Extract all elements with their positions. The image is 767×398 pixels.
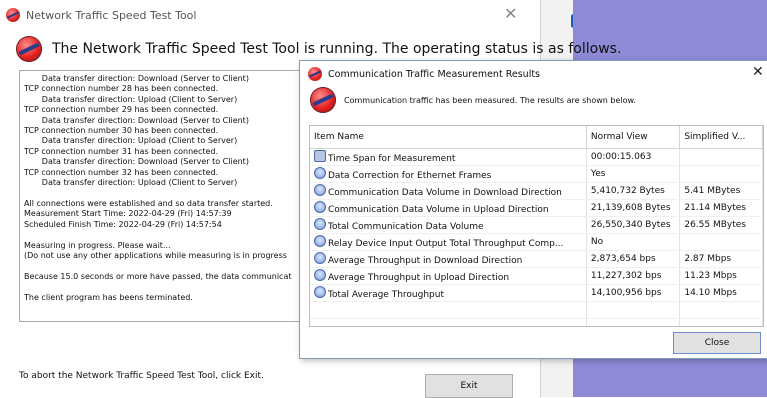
simplified-view-cell: 11.23 Mbps <box>679 267 763 285</box>
table-row[interactable]: Data Correction for Ethernet Frames Yes <box>310 165 763 183</box>
item-name-cell: Communication Data Volume in Download Di… <box>310 182 587 200</box>
dialog-large-icon <box>310 87 336 113</box>
table-row[interactable]: Average Throughput in Download Direction… <box>310 250 763 268</box>
item-name-cell: Total Communication Data Volume <box>310 216 587 234</box>
column-header-item-name[interactable]: Item Name <box>310 126 587 149</box>
main-window-title: Network Traffic Speed Test Tool <box>26 8 197 22</box>
item-name-cell: Communication Data Volume in Upload Dire… <box>310 199 587 217</box>
item-name-label: Average Throughput in Upload Direction <box>328 273 510 283</box>
normal-view-cell: 21,139,608 Bytes <box>586 199 681 217</box>
table-header-row: Item Name Normal View Simplified V... <box>310 126 763 149</box>
item-name-label: Communication Data Volume in Download Di… <box>328 188 562 198</box>
empty-row <box>310 318 763 326</box>
column-header-simplified-view[interactable]: Simplified V... <box>679 126 763 149</box>
status-header: The Network Traffic Speed Test Tool is r… <box>16 36 621 62</box>
item-name-cell: Time Span for Measurement <box>310 148 587 166</box>
table-row[interactable]: Relay Device Input Output Total Throughp… <box>310 233 763 251</box>
status-header-text: The Network Traffic Speed Test Tool is r… <box>52 41 622 57</box>
item-name-label: Time Span for Measurement <box>328 154 456 164</box>
item-name-label: Total Average Throughput <box>328 290 444 300</box>
item-name-cell: Average Throughput in Download Direction <box>310 250 587 268</box>
results-dialog-title: Communication Traffic Measurement Result… <box>328 68 541 80</box>
simplified-view-cell <box>679 148 763 166</box>
simplified-view-cell <box>679 233 763 251</box>
simplified-view-cell: 26.55 MBytes <box>679 216 763 234</box>
item-name-label: Data Correction for Ethernet Frames <box>328 171 492 181</box>
simplified-view-cell: 14.10 Mbps <box>679 284 763 302</box>
table-row[interactable]: Communication Data Volume in Download Di… <box>310 182 763 200</box>
measure-icon <box>314 286 326 298</box>
results-dialog-titlebar: Communication Traffic Measurement Result… <box>308 67 540 81</box>
column-header-normal-view[interactable]: Normal View <box>586 126 681 149</box>
item-name-label: Communication Data Volume in Upload Dire… <box>328 205 549 215</box>
measure-icon <box>314 218 326 230</box>
item-name-label: Average Throughput in Download Direction <box>328 256 523 266</box>
results-table[interactable]: Item Name Normal View Simplified V... Ti… <box>309 125 764 327</box>
item-name-cell: Total Average Throughput <box>310 284 587 302</box>
empty-row <box>310 301 763 319</box>
dialog-close-icon[interactable]: ✕ <box>752 64 764 80</box>
table-row[interactable]: Total Average Throughput 14,100,956 bps 14… <box>310 284 763 302</box>
empty-cell <box>310 301 587 319</box>
measure-icon <box>314 184 326 196</box>
results-dialog: Communication Traffic Measurement Result… <box>299 60 767 359</box>
results-message-area: Communication traffic has been measured.… <box>310 87 636 113</box>
empty-cell <box>586 301 681 319</box>
main-window-titlebar: Network Traffic Speed Test Tool <box>6 6 196 24</box>
simplified-view-cell <box>679 165 763 183</box>
measure-icon <box>314 252 326 264</box>
main-close-icon[interactable]: ✕ <box>504 4 517 23</box>
app-large-icon <box>16 36 42 62</box>
normal-view-cell: Yes <box>586 165 681 183</box>
exit-button[interactable]: Exit <box>425 374 513 398</box>
normal-view-cell: 26,550,340 Bytes <box>586 216 681 234</box>
simplified-view-cell: 5.41 MBytes <box>679 182 763 200</box>
item-name-cell: Average Throughput in Upload Direction <box>310 267 587 285</box>
table-row[interactable]: Time Span for Measurement 00:00:15.063 <box>310 148 763 166</box>
item-name-label: Total Communication Data Volume <box>328 222 484 232</box>
empty-cell <box>679 318 763 326</box>
measure-icon <box>314 269 326 281</box>
app-icon <box>6 8 20 22</box>
empty-cell <box>679 301 763 319</box>
normal-view-cell: 14,100,956 bps <box>586 284 681 302</box>
measure-icon <box>314 235 326 247</box>
item-name-cell: Relay Device Input Output Total Throughp… <box>310 233 587 251</box>
close-button[interactable]: Close <box>673 332 761 354</box>
item-name-label: Relay Device Input Output Total Throughp… <box>328 239 564 249</box>
dialog-app-icon <box>308 67 322 81</box>
empty-cell <box>586 318 681 326</box>
measure-icon <box>314 201 326 213</box>
status-log[interactable]: Data transfer direction: Download (Serve… <box>19 70 321 322</box>
normal-view-cell: 5,410,732 Bytes <box>586 182 681 200</box>
item-name-cell: Data Correction for Ethernet Frames <box>310 165 587 183</box>
abort-instruction: To abort the Network Traffic Speed Test … <box>19 371 264 381</box>
normal-view-cell: 11,227,302 bps <box>586 267 681 285</box>
table-row[interactable]: Total Communication Data Volume 26,550,34… <box>310 216 763 234</box>
normal-view-cell: 2,873,654 bps <box>586 250 681 268</box>
simplified-view-cell: 21.14 MBytes <box>679 199 763 217</box>
empty-cell <box>310 318 587 326</box>
results-message: Communication traffic has been measured.… <box>344 95 636 105</box>
table-row[interactable]: Average Throughput in Upload Direction 11… <box>310 267 763 285</box>
normal-view-cell: No <box>586 233 681 251</box>
status-log-text: Data transfer direction: Download (Serve… <box>24 74 292 302</box>
measure-icon <box>314 167 326 179</box>
simplified-view-cell: 2.87 Mbps <box>679 250 763 268</box>
normal-view-cell: 00:00:15.063 <box>586 148 681 166</box>
table-row[interactable]: Communication Data Volume in Upload Dire… <box>310 199 763 217</box>
clock-icon <box>314 150 326 162</box>
